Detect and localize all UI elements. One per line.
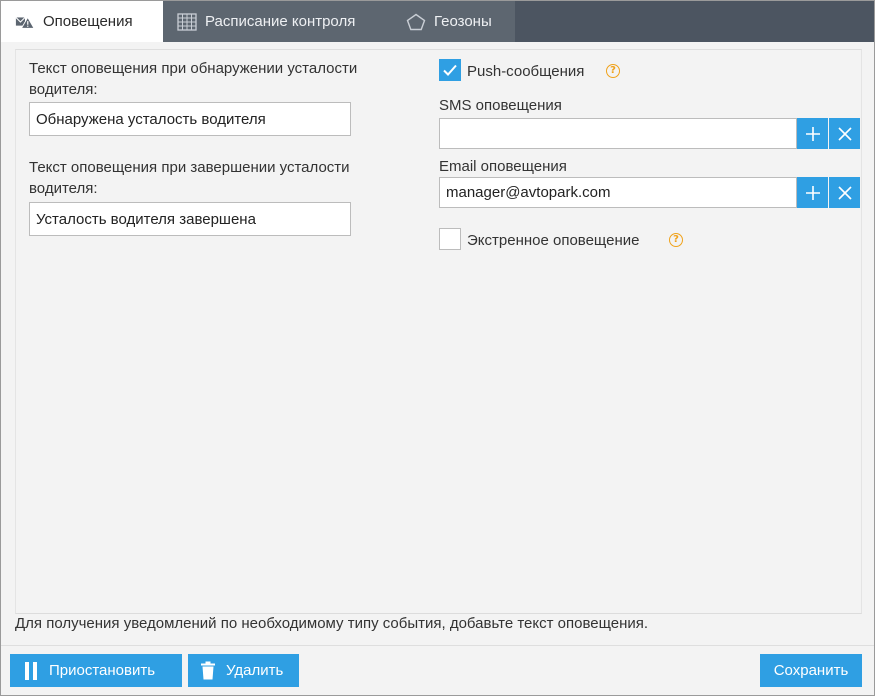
end-text-input[interactable]: Усталость водителя завершена	[29, 202, 351, 236]
delete-button-label: Удалить	[226, 662, 284, 679]
emergency-checkbox[interactable]	[439, 228, 461, 250]
calendar-grid-icon	[177, 12, 197, 31]
tab-control-schedule[interactable]: Расписание контроля	[163, 1, 392, 42]
sms-clear-button[interactable]	[829, 118, 860, 149]
hint-text: Для получения уведомлений по необходимом…	[15, 615, 649, 632]
detect-text-input[interactable]: Обнаружена усталость водителя	[29, 102, 351, 136]
trash-icon	[201, 661, 215, 680]
emergency-label: Экстренное оповещение	[467, 232, 640, 249]
pentagon-icon	[406, 13, 426, 31]
envelope-warning-icon	[15, 13, 35, 31]
detect-text-label: Текст оповещения при обнаружении усталос…	[29, 60, 358, 98]
close-icon	[837, 126, 852, 141]
tab-notifications[interactable]: Оповещения	[1, 1, 163, 42]
checkmark-icon	[443, 64, 457, 76]
delete-button[interactable]: Удалить	[188, 654, 299, 687]
notification-settings-window: Оповещения Расписание контроля Геозоны Т…	[0, 0, 875, 696]
pause-button-label: Приостановить	[49, 662, 156, 679]
plus-icon	[805, 185, 820, 200]
save-button-label: Сохранить	[773, 662, 849, 679]
plus-icon	[805, 126, 820, 141]
email-label: Email оповещения	[439, 158, 567, 175]
close-icon	[837, 185, 852, 200]
pause-button[interactable]: Приостановить	[10, 654, 182, 687]
email-add-button[interactable]	[797, 177, 828, 208]
end-text-label: Текст оповещения при завершении усталост…	[29, 159, 350, 197]
emergency-help-icon[interactable]: ?	[669, 233, 683, 247]
tab-notifications-label: Оповещения	[43, 13, 133, 30]
email-clear-button[interactable]	[829, 177, 860, 208]
save-button[interactable]: Сохранить	[760, 654, 862, 687]
push-checkbox[interactable]	[439, 59, 461, 81]
tab-geozones[interactable]: Геозоны	[392, 1, 515, 42]
push-help-icon[interactable]: ?	[606, 64, 620, 78]
tab-bar: Оповещения Расписание контроля Геозоны	[1, 1, 874, 42]
email-input[interactable]: manager@avtopark.com	[439, 177, 797, 208]
tab-control-schedule-label: Расписание контроля	[205, 13, 356, 30]
sms-add-button[interactable]	[797, 118, 828, 149]
push-label: Push-сообщения	[467, 63, 585, 80]
pause-icon	[25, 661, 37, 680]
tab-geozones-label: Геозоны	[434, 13, 492, 30]
sms-label: SMS оповещения	[439, 97, 562, 114]
sms-input[interactable]	[439, 118, 797, 149]
